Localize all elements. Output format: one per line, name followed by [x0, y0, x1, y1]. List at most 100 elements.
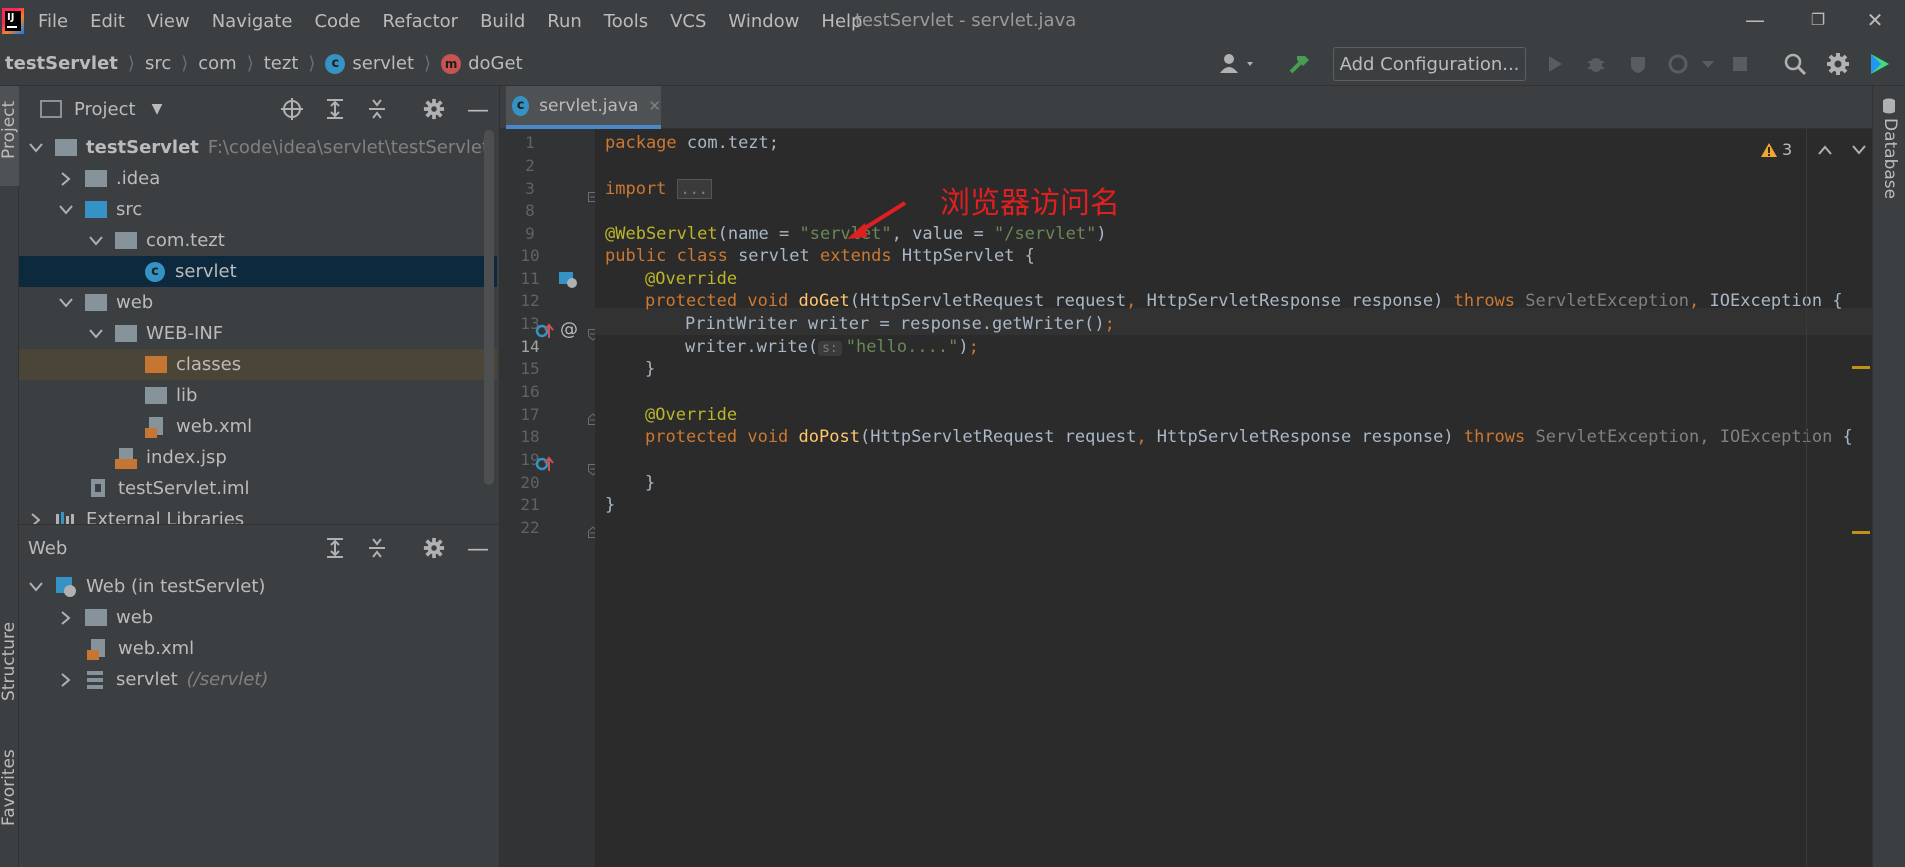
tree-row-selected[interactable]: c servlet: [19, 256, 497, 287]
restore-icon[interactable]: ❐: [1798, 10, 1838, 29]
chevron-right-icon: ⟩: [308, 53, 316, 74]
add-configuration-button[interactable]: Add Configuration...: [1333, 47, 1526, 81]
menu-code[interactable]: Code: [314, 11, 360, 32]
menu-build[interactable]: Build: [480, 11, 525, 32]
tree-row[interactable]: web.xml: [19, 411, 497, 442]
chevron-right-icon[interactable]: [57, 609, 75, 627]
stop-icon[interactable]: [1728, 52, 1752, 76]
tree-row[interactable]: WEB-INF: [19, 318, 497, 349]
tree-row[interactable]: Web (in testServlet): [19, 571, 497, 602]
tree-row[interactable]: lib: [19, 380, 497, 411]
tree-row[interactable]: classes: [19, 349, 497, 380]
chevron-down-icon[interactable]: [87, 325, 105, 343]
method-icon: m: [441, 53, 462, 74]
close-icon[interactable]: ✕: [1855, 8, 1895, 32]
menu-tools[interactable]: Tools: [604, 11, 648, 32]
settings-gear-icon[interactable]: [423, 98, 445, 125]
breadcrumb-project[interactable]: testServlet: [5, 53, 118, 74]
mapping-at-icon[interactable]: @: [560, 319, 578, 340]
tree-row[interactable]: web: [19, 602, 497, 633]
tree-row[interactable]: servlet (/servlet): [19, 664, 497, 695]
warnings-indicator[interactable]: 3: [1760, 140, 1866, 159]
menu-view[interactable]: View: [147, 11, 190, 32]
chevron-down-icon[interactable]: [57, 201, 75, 219]
database-tool-label[interactable]: Database: [1880, 118, 1900, 199]
tree-row[interactable]: testServlet F:\code\idea\servlet\testSer…: [19, 132, 497, 163]
tree-row[interactable]: com.tezt: [19, 225, 497, 256]
chevron-down-icon[interactable]: [27, 578, 45, 596]
chevron-down-icon[interactable]: ▼: [152, 101, 163, 117]
menu-edit[interactable]: Edit: [90, 11, 125, 32]
settings-gear-icon[interactable]: [423, 537, 445, 564]
annotation-label: 浏览器访问名: [940, 186, 1120, 221]
tree-row[interactable]: index.jsp: [19, 442, 497, 473]
build-hammer-icon[interactable]: [1288, 52, 1312, 76]
line-number: 11: [520, 269, 540, 288]
hide-panel-icon[interactable]: —: [467, 537, 489, 562]
run-options-dropdown-icon[interactable]: [1696, 52, 1720, 76]
jetbrains-toolbox-icon[interactable]: [1868, 52, 1892, 76]
expand-all-icon[interactable]: [325, 98, 345, 125]
tab-servlet-java[interactable]: c servlet.java ✕: [506, 86, 661, 129]
tree-row[interactable]: web: [19, 287, 497, 318]
menu-vcs[interactable]: VCS: [670, 11, 706, 32]
menu-run[interactable]: Run: [547, 11, 582, 32]
collapse-all-icon[interactable]: [367, 98, 387, 125]
previous-highlight-icon[interactable]: [1818, 140, 1832, 159]
menu-window[interactable]: Window: [728, 11, 799, 32]
chevron-down-icon[interactable]: [27, 139, 45, 157]
window-title: testServlet - servlet.java: [855, 10, 1077, 31]
warning-stripe-marker[interactable]: [1852, 531, 1870, 534]
override-method-icon[interactable]: [535, 322, 557, 345]
web-servlet-gutter-icon[interactable]: [558, 271, 578, 294]
chevron-right-icon[interactable]: [57, 170, 75, 188]
warning-stripe-marker[interactable]: [1852, 366, 1870, 369]
editor-gutter: 1 2 3 8 9 10 11 12 13 14 15 16 17 18 19 …: [499, 129, 598, 867]
annotation-arrow-icon: [847, 201, 907, 239]
jsp-file-icon: [115, 447, 137, 469]
tree-row[interactable]: External Libraries: [19, 504, 497, 524]
hide-panel-icon[interactable]: —: [467, 98, 489, 123]
close-tab-icon[interactable]: ✕: [648, 97, 661, 115]
favorites-tool-label[interactable]: Favorites: [0, 749, 19, 826]
breadcrumb-doget[interactable]: doGet: [468, 53, 523, 74]
breadcrumb-com[interactable]: com: [198, 53, 236, 74]
project-scrollbar[interactable]: [484, 130, 494, 485]
expand-all-icon[interactable]: [325, 537, 345, 564]
tree-row[interactable]: src: [19, 194, 497, 225]
menu-navigate[interactable]: Navigate: [212, 11, 293, 32]
breadcrumb-src[interactable]: src: [145, 53, 171, 74]
chevron-down-icon[interactable]: [57, 294, 75, 312]
debug-icon[interactable]: [1584, 52, 1608, 76]
right-tool-strip: Database: [1872, 86, 1905, 867]
next-highlight-icon[interactable]: [1852, 140, 1866, 159]
search-icon[interactable]: [1783, 52, 1807, 76]
project-tool-label[interactable]: Project: [0, 101, 19, 159]
tree-label: web.xml: [176, 416, 253, 437]
chevron-right-icon[interactable]: [57, 671, 75, 689]
chevron-right-icon[interactable]: [27, 511, 45, 524]
locate-crosshair-icon[interactable]: [281, 98, 303, 125]
tree-row[interactable]: web.xml: [19, 633, 497, 664]
code-editor[interactable]: package com.tezt; import ... @WebServlet…: [595, 129, 1872, 867]
override-method-icon[interactable]: [535, 455, 557, 478]
menu-file[interactable]: File: [38, 11, 68, 32]
structure-tool-label[interactable]: Structure: [0, 622, 19, 701]
coverage-icon[interactable]: [1626, 52, 1650, 76]
run-icon[interactable]: [1543, 52, 1567, 76]
settings-gear-icon[interactable]: [1826, 52, 1850, 76]
breadcrumb-servlet[interactable]: servlet: [352, 53, 414, 74]
chevron-down-icon[interactable]: [87, 232, 105, 250]
project-panel-title[interactable]: Project: [74, 99, 136, 120]
line-number: 16: [520, 382, 540, 401]
menu-refactor[interactable]: Refactor: [383, 11, 459, 32]
code-line: writer.write(s: "hello....");: [685, 337, 979, 357]
user-dropdown-icon[interactable]: [1218, 52, 1260, 76]
breadcrumb-tezt[interactable]: tezt: [264, 53, 299, 74]
folded-imports[interactable]: ...: [676, 179, 712, 199]
minimize-icon[interactable]: —: [1735, 8, 1775, 32]
profiler-icon[interactable]: [1666, 52, 1690, 76]
tree-row[interactable]: testServlet.iml: [19, 473, 497, 504]
tree-row[interactable]: .idea: [19, 163, 497, 194]
collapse-all-icon[interactable]: [367, 537, 387, 564]
